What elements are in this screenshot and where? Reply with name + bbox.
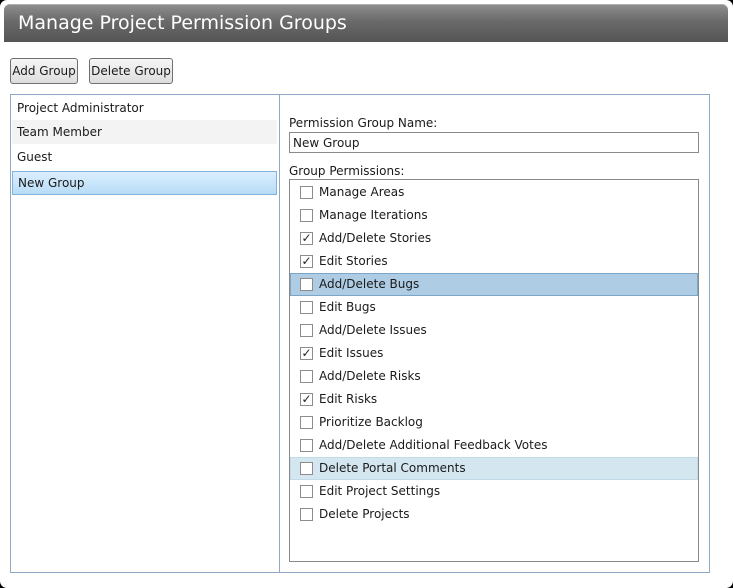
permission-label: Add/Delete Additional Feedback Votes [319,438,548,452]
checkbox[interactable] [300,416,313,429]
permission-label: Delete Portal Comments [319,461,466,475]
permission-add-delete-bugs[interactable]: Add/Delete Bugs [290,273,698,296]
checkbox[interactable] [300,278,313,291]
checkbox[interactable] [300,508,313,521]
permission-delete-portal-comments[interactable]: Delete Portal Comments [290,457,698,480]
permission-add-delete-issues[interactable]: Add/Delete Issues [290,319,698,342]
checkbox[interactable] [300,370,313,383]
permission-prioritize-backlog[interactable]: Prioritize Backlog [290,411,698,434]
group-item-label: Guest [17,150,53,164]
check-mark-icon: ✓ [301,392,312,406]
check-mark-icon: ✓ [301,254,312,268]
checkbox[interactable] [300,462,313,475]
permission-label: Add/Delete Bugs [319,277,420,291]
checkbox[interactable]: ✓ [300,393,313,406]
permission-label: Delete Projects [319,507,410,521]
permission-label: Add/Delete Stories [319,231,432,245]
check-mark-icon: ✓ [301,346,312,360]
permission-edit-stories[interactable]: ✓ Edit Stories [290,250,698,273]
group-list[interactable]: Project Administrator Team Member Guest … [11,95,280,572]
permission-edit-project-settings[interactable]: Edit Project Settings [290,480,698,503]
permission-label: Prioritize Backlog [319,415,423,429]
permission-delete-projects[interactable]: Delete Projects [290,503,698,526]
group-name-input[interactable] [289,132,699,153]
add-group-button[interactable]: Add Group [10,58,78,84]
checkbox[interactable] [300,209,313,222]
checkbox[interactable] [300,324,313,337]
group-item-project-administrator[interactable]: Project Administrator [12,96,277,120]
group-name-label: Permission Group Name: [289,116,438,130]
permission-add-delete-feedback-votes[interactable]: Add/Delete Additional Feedback Votes [290,434,698,457]
permission-label: Add/Delete Risks [319,369,421,383]
group-item-label: New Group [18,176,85,190]
checkbox[interactable] [300,439,313,452]
permission-label: Edit Project Settings [319,484,441,498]
check-mark-icon: ✓ [301,231,312,245]
permission-label: Manage Iterations [319,208,428,222]
permission-add-delete-stories[interactable]: ✓ Add/Delete Stories [290,227,698,250]
permission-edit-risks[interactable]: ✓ Edit Risks [290,388,698,411]
permissions-list[interactable]: Manage Areas Manage Iterations ✓ Add/Del… [289,179,699,562]
permission-label: Edit Bugs [319,300,376,314]
group-permissions-label: Group Permissions: [289,164,405,178]
checkbox[interactable]: ✓ [300,347,313,360]
group-item-team-member[interactable]: Team Member [12,120,277,144]
permission-manage-iterations[interactable]: Manage Iterations [290,204,698,227]
permission-label: Add/Delete Issues [319,323,427,337]
permission-manage-areas[interactable]: Manage Areas [290,181,698,204]
group-item-label: Team Member [17,125,102,139]
permission-edit-issues[interactable]: ✓ Edit Issues [290,342,698,365]
checkbox[interactable] [300,186,313,199]
permission-add-delete-risks[interactable]: Add/Delete Risks [290,365,698,388]
checkbox[interactable] [300,301,313,314]
checkbox[interactable]: ✓ [300,232,313,245]
permission-label: Manage Areas [319,185,405,199]
delete-group-button[interactable]: Delete Group [89,58,173,84]
content-panel: Project Administrator Team Member Guest … [10,94,710,573]
checkbox[interactable]: ✓ [300,255,313,268]
dialog-window: Manage Project Permission Groups Add Gro… [0,0,733,588]
group-item-label: Project Administrator [17,101,144,115]
permission-label: Edit Issues [319,346,384,360]
window-title: Manage Project Permission Groups [18,12,347,34]
title-bar: Manage Project Permission Groups [4,4,728,42]
permission-label: Edit Stories [319,254,388,268]
permission-edit-bugs[interactable]: Edit Bugs [290,296,698,319]
group-item-guest[interactable]: Guest [12,145,277,169]
group-item-new-group[interactable]: New Group [12,171,277,195]
checkbox[interactable] [300,485,313,498]
permission-label: Edit Risks [319,392,378,406]
